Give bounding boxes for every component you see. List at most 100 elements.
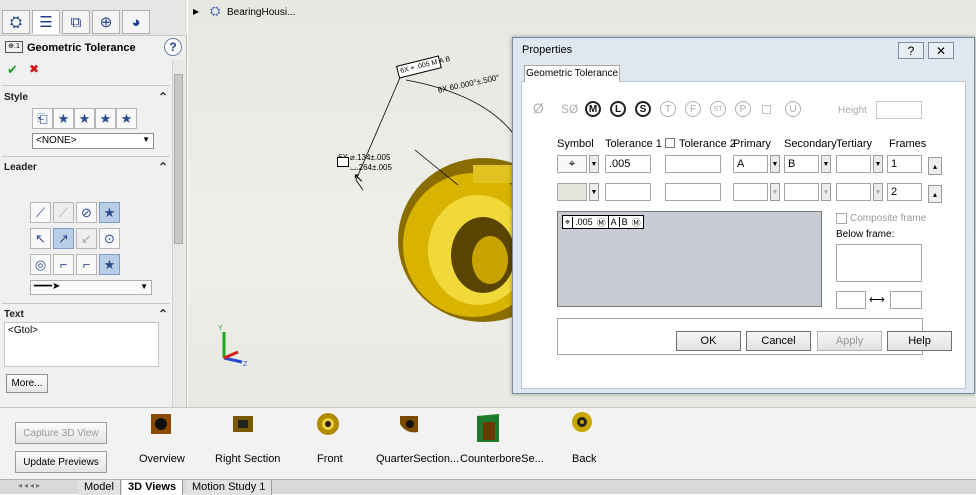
style-add-icon[interactable]: ★: [53, 108, 74, 129]
leader-nearest-icon[interactable]: ↙: [76, 228, 97, 249]
leader-all-around-icon[interactable]: ◎: [30, 254, 51, 275]
tertiary-input-row2[interactable]: [836, 183, 871, 201]
collapse-chevron-icon[interactable]: ⌃: [158, 160, 168, 174]
view-label-counterbore-section[interactable]: CounterboreSe...: [460, 453, 544, 465]
tolerance1-input-row2[interactable]: [605, 183, 651, 201]
view-thumb-counterbore-section[interactable]: [474, 408, 504, 448]
tab-3d-views[interactable]: 3D Views: [122, 480, 184, 495]
secondary-input-row2[interactable]: [784, 183, 819, 201]
frame-spinner-row1[interactable]: ▴: [928, 157, 942, 175]
style-delete-icon[interactable]: ★: [95, 108, 116, 129]
leader-bent-icon[interactable]: ⟋: [53, 202, 74, 223]
leader-none-icon[interactable]: ⊘: [76, 202, 97, 223]
ok-button[interactable]: OK: [676, 331, 741, 351]
diameter-symbol-button[interactable]: Ø: [533, 100, 544, 116]
capture-3d-view-button[interactable]: Capture 3D View: [15, 422, 107, 444]
frame-input-row1[interactable]: 1: [887, 155, 922, 173]
style-section-header[interactable]: Style ⌃: [4, 90, 170, 107]
tolerance1-input-row1[interactable]: .005: [605, 155, 651, 173]
collapse-chevron-icon[interactable]: ⌃: [158, 90, 168, 104]
help-button-dialog[interactable]: Help: [887, 331, 952, 351]
view-label-back[interactable]: Back: [572, 453, 596, 465]
leader-section-header[interactable]: Leader ⌃: [4, 160, 170, 177]
projected-symbol-button[interactable]: P: [735, 101, 751, 117]
display-manager-icon[interactable]: ◕: [122, 10, 150, 34]
more-button[interactable]: More...: [6, 374, 48, 393]
tolerance2-input-row2[interactable]: [665, 183, 721, 201]
view-thumb-quarter-section[interactable]: [394, 408, 424, 440]
leader-straight-icon[interactable]: ⟋: [30, 202, 51, 223]
primary-dropdown-row2[interactable]: ▼: [770, 183, 780, 201]
tangent-symbol-button[interactable]: T: [660, 101, 676, 117]
update-previews-button[interactable]: Update Previews: [15, 451, 107, 473]
between-left-input[interactable]: [836, 291, 866, 309]
symbol-select-row2[interactable]: [557, 183, 587, 201]
mmc-symbol-button[interactable]: M: [585, 101, 601, 117]
square-symbol-button[interactable]: □: [762, 101, 771, 118]
composite-frame-checkbox[interactable]: [836, 213, 847, 224]
style-load-icon[interactable]: ⎗: [32, 108, 53, 129]
frame-spinner-row2[interactable]: ▴: [928, 185, 942, 203]
tab-geometric-tolerance[interactable]: Geometric Tolerance: [524, 65, 620, 82]
ok-check-button[interactable]: ✔: [7, 62, 18, 78]
secondary-input-row1[interactable]: B: [784, 155, 819, 173]
view-label-front[interactable]: Front: [317, 453, 343, 465]
tolerance2-checkbox[interactable]: [665, 138, 675, 148]
cancel-button[interactable]: Cancel: [746, 331, 811, 351]
leader-smart-icon[interactable]: ⌐: [53, 254, 74, 275]
tab-model[interactable]: Model: [78, 480, 121, 495]
view-thumb-overview[interactable]: [146, 408, 176, 440]
style-select[interactable]: <NONE> ▼: [32, 133, 154, 149]
view-thumb-front[interactable]: [313, 408, 343, 440]
gtol-text-field[interactable]: <Gtol>: [4, 322, 159, 367]
leader-auto-icon[interactable]: ★: [99, 202, 120, 223]
feature-manager-icon[interactable]: ⛭: [2, 10, 30, 34]
cancel-x-button[interactable]: ✖: [29, 62, 39, 76]
frame-input-row2[interactable]: 2: [887, 183, 922, 201]
help-button[interactable]: ?: [164, 38, 182, 56]
secondary-dropdown-row1[interactable]: ▼: [821, 155, 831, 173]
property-manager-icon[interactable]: ☰: [32, 10, 60, 34]
leader-multi-jog-icon[interactable]: ⊙: [99, 228, 120, 249]
bearing-housing-part[interactable]: [398, 158, 518, 322]
style-save-icon[interactable]: ★: [116, 108, 137, 129]
tab-motion-study[interactable]: Motion Study 1: [186, 480, 273, 495]
style-update-icon[interactable]: ★: [74, 108, 95, 129]
free-state-symbol-button[interactable]: F: [685, 101, 701, 117]
view-thumb-right-section[interactable]: [228, 408, 258, 440]
tertiary-input-row1[interactable]: [836, 155, 871, 173]
panel-scroll-thumb[interactable]: [174, 74, 183, 244]
dialog-help-button[interactable]: ?: [898, 42, 924, 59]
symbol-dropdown-row2[interactable]: ▼: [589, 183, 599, 201]
primary-input-row1[interactable]: A: [733, 155, 768, 173]
unequal-symbol-button[interactable]: U: [785, 101, 801, 117]
configuration-manager-icon[interactable]: ⧉: [62, 10, 90, 34]
symbol-select-row1[interactable]: ⌖: [557, 155, 587, 173]
dimxpert-icon[interactable]: ⊕: [92, 10, 120, 34]
primary-dropdown-row1[interactable]: ▼: [770, 155, 780, 173]
leader-straight-jog-icon[interactable]: ⌐: [76, 254, 97, 275]
spherical-diameter-button[interactable]: SØ: [561, 102, 578, 116]
view-label-right-section[interactable]: Right Section: [215, 453, 280, 465]
leader-left-icon[interactable]: ↖: [30, 228, 51, 249]
leader-auto-jog-icon[interactable]: ★: [99, 254, 120, 275]
arrow-style-select[interactable]: ━━━➤ ▼: [30, 280, 152, 295]
primary-input-row2[interactable]: [733, 183, 768, 201]
dialog-close-button[interactable]: ✕: [928, 42, 954, 59]
height-input[interactable]: [876, 101, 922, 119]
between-right-input[interactable]: [890, 291, 922, 309]
symbol-dropdown-row1[interactable]: ▼: [589, 155, 599, 173]
view-label-quarter-section[interactable]: QuarterSection...: [376, 453, 459, 465]
tolerance2-input-row1[interactable]: [665, 155, 721, 173]
tertiary-dropdown-row2[interactable]: ▼: [873, 183, 883, 201]
rfs-symbol-button[interactable]: S: [635, 101, 651, 117]
apply-button[interactable]: Apply: [817, 331, 882, 351]
collapse-chevron-icon[interactable]: ⌃: [158, 307, 168, 321]
tertiary-dropdown-row1[interactable]: ▼: [873, 155, 883, 173]
tab-nav-arrows-icon[interactable]: ◂◂◂▸: [18, 481, 74, 493]
leader-right-icon[interactable]: ↗: [53, 228, 74, 249]
secondary-dropdown-row2[interactable]: ▼: [821, 183, 831, 201]
below-frame-input[interactable]: [836, 244, 922, 282]
statistical-symbol-button[interactable]: ST: [710, 101, 726, 117]
view-label-overview[interactable]: Overview: [139, 453, 185, 465]
